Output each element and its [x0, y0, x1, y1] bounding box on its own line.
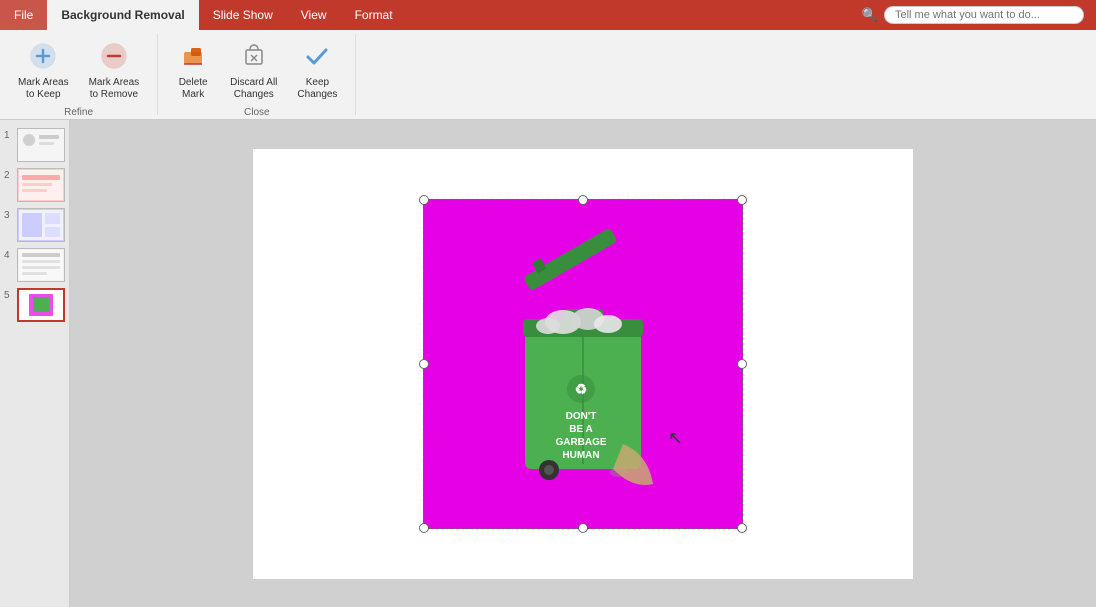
- refine-group: Mark Areasto Keep Mark Areasto Remove Re…: [0, 34, 158, 115]
- image-selection[interactable]: ♻ DON'T BE A GARBAGE HUMAN: [423, 199, 743, 529]
- slide-thumb-4: [17, 248, 65, 282]
- slide-item-4[interactable]: 4: [4, 248, 65, 282]
- canvas-area: ♻ DON'T BE A GARBAGE HUMAN: [70, 120, 1096, 607]
- close-buttons: DeleteMark Discard AllChanges: [168, 38, 345, 105]
- slide-num-2: 2: [4, 168, 14, 181]
- plus-circle-icon: [29, 42, 57, 75]
- tab-format[interactable]: Format: [341, 0, 407, 30]
- slide-thumb-3: [17, 208, 65, 242]
- discard-changes-button[interactable]: Discard AllChanges: [222, 38, 285, 105]
- slide-thumb-5: [17, 288, 65, 322]
- minus-circle-icon: [100, 42, 128, 75]
- slide-canvas: ♻ DON'T BE A GARBAGE HUMAN: [253, 149, 913, 579]
- slide-thumb-1: [17, 128, 65, 162]
- tab-file[interactable]: File: [0, 0, 47, 30]
- tab-slide-show[interactable]: Slide Show: [199, 0, 287, 30]
- close-group-label: Close: [244, 105, 270, 118]
- mark-areas-remove-button[interactable]: Mark Areasto Remove: [81, 38, 148, 105]
- tab-background-removal[interactable]: Background Removal: [47, 0, 198, 30]
- svg-text:HUMAN: HUMAN: [562, 450, 599, 461]
- slide-panel: 1 2 3: [0, 120, 70, 607]
- close-group: DeleteMark Discard AllChanges: [158, 34, 356, 115]
- eraser-icon: [179, 42, 207, 75]
- svg-text:GARBAGE: GARBAGE: [555, 437, 606, 448]
- ribbon-toolbar: Mark Areasto Keep Mark Areasto Remove Re…: [0, 30, 1096, 120]
- search-input[interactable]: [884, 6, 1084, 24]
- svg-text:DON'T: DON'T: [566, 411, 597, 422]
- slide-item-1[interactable]: 1: [4, 128, 65, 162]
- slide-num-4: 4: [4, 248, 14, 261]
- slide-item-3[interactable]: 3: [4, 208, 65, 242]
- main-layout: 1 2 3: [0, 120, 1096, 607]
- ribbon-search-area: 🔍: [850, 0, 1096, 30]
- slide-num-3: 3: [4, 208, 14, 221]
- keep-changes-label: KeepChanges: [297, 77, 337, 101]
- delete-mark-button[interactable]: DeleteMark: [168, 38, 218, 105]
- keep-changes-button[interactable]: KeepChanges: [289, 38, 345, 105]
- slide-thumb-2: [17, 168, 65, 202]
- tab-view[interactable]: View: [287, 0, 341, 30]
- slide-num-5: 5: [4, 288, 14, 301]
- ribbon-tabs-bar: File Background Removal Slide Show View …: [0, 0, 1096, 30]
- mark-keep-label: Mark Areasto Keep: [18, 77, 69, 101]
- slide-item-5[interactable]: 5: [4, 288, 65, 322]
- discard-changes-label: Discard AllChanges: [230, 77, 277, 101]
- garbage-bin-svg: ♻ DON'T BE A GARBAGE HUMAN: [473, 214, 693, 514]
- svg-text:BE A: BE A: [569, 424, 593, 435]
- mark-remove-label: Mark Areasto Remove: [89, 77, 140, 101]
- slide-num-1: 1: [4, 128, 14, 141]
- garbage-image-area: ♻ DON'T BE A GARBAGE HUMAN: [423, 199, 743, 529]
- mark-areas-keep-button[interactable]: Mark Areasto Keep: [10, 38, 77, 105]
- discard-icon: [240, 42, 268, 75]
- svg-text:♻: ♻: [575, 381, 588, 397]
- search-icon: 🔍: [862, 7, 878, 23]
- refine-buttons: Mark Areasto Keep Mark Areasto Remove: [10, 38, 147, 105]
- refine-group-label: Refine: [64, 105, 93, 118]
- slide-item-2[interactable]: 2: [4, 168, 65, 202]
- delete-mark-label: DeleteMark: [179, 77, 208, 101]
- checkmark-icon: [303, 42, 331, 75]
